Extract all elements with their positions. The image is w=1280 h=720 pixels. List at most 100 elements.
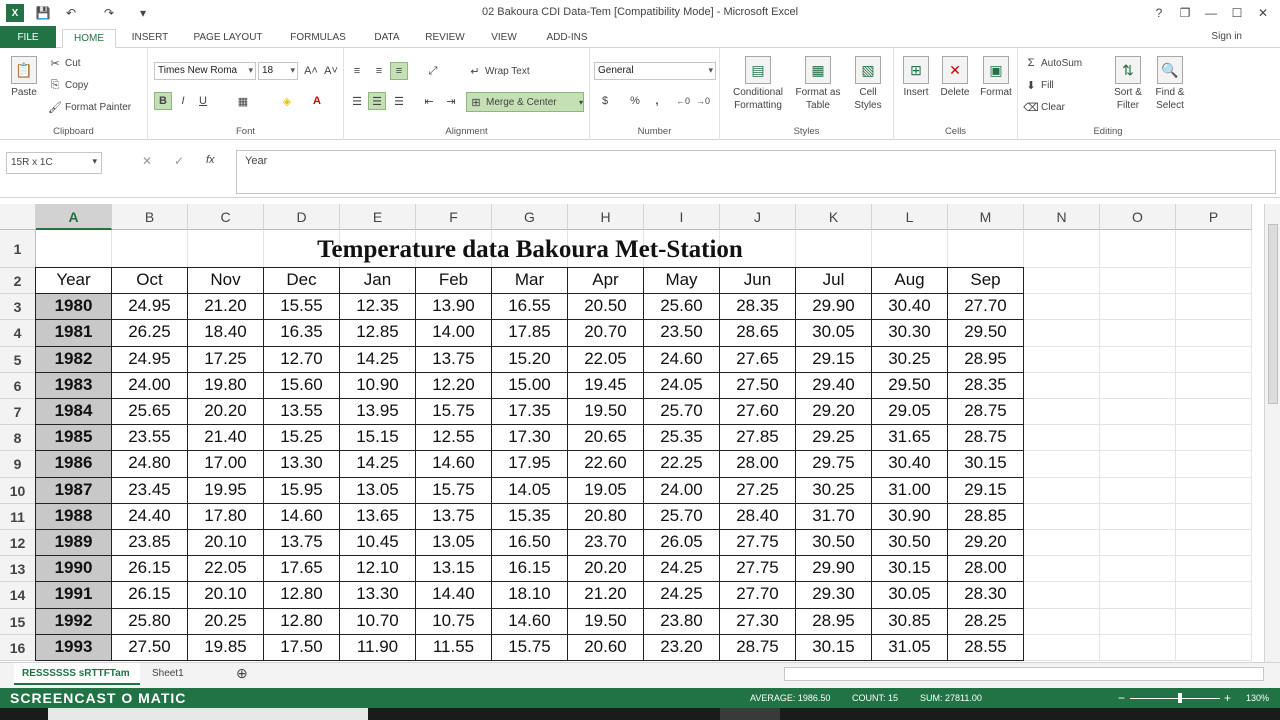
bold-button[interactable]: B: [154, 92, 172, 110]
grid-cell[interactable]: [1024, 425, 1100, 452]
column-header[interactable]: I: [644, 204, 720, 230]
tab-view[interactable]: VIEW: [482, 29, 526, 48]
data-cell[interactable]: 28.25: [947, 607, 1024, 635]
tab-add-ins[interactable]: ADD-INS: [536, 29, 598, 48]
data-cell[interactable]: 31.05: [871, 633, 948, 661]
row-header[interactable]: 5: [0, 346, 36, 373]
data-cell[interactable]: 28.95: [947, 345, 1024, 373]
data-cell[interactable]: 21.20: [187, 293, 264, 321]
tab-file[interactable]: FILE: [0, 26, 56, 48]
row-header[interactable]: 4: [0, 320, 36, 347]
data-cell[interactable]: 28.35: [719, 293, 796, 321]
data-cell[interactable]: 11.90: [339, 633, 416, 661]
align-middle-icon[interactable]: ≡: [370, 62, 388, 80]
grid-cell[interactable]: [1024, 346, 1100, 373]
data-cell[interactable]: 28.75: [947, 424, 1024, 452]
data-cell[interactable]: 29.15: [795, 345, 872, 373]
underline-button[interactable]: U: [194, 92, 212, 110]
maximize-icon[interactable]: ☐: [1226, 3, 1248, 23]
row-header[interactable]: 14: [0, 582, 36, 609]
data-cell[interactable]: 27.70: [719, 581, 796, 609]
data-cell[interactable]: 24.00: [111, 371, 188, 399]
row-header[interactable]: 6: [0, 372, 36, 399]
cancel-icon[interactable]: ✕: [142, 154, 152, 168]
data-cell[interactable]: 27.75: [719, 555, 796, 583]
grid-cell[interactable]: [1176, 372, 1252, 399]
data-cell[interactable]: 30.85: [871, 607, 948, 635]
increase-decimal-icon[interactable]: ←0: [674, 92, 692, 110]
italic-button[interactable]: I: [174, 92, 192, 110]
data-cell[interactable]: 13.30: [339, 581, 416, 609]
zoom-in-icon[interactable]: +: [1224, 691, 1231, 705]
data-cell[interactable]: 21.40: [187, 424, 264, 452]
tab-insert[interactable]: INSERT: [124, 29, 176, 48]
data-cell[interactable]: 12.70: [263, 345, 340, 373]
data-cell[interactable]: 15.00: [491, 371, 568, 399]
data-cell[interactable]: 20.25: [187, 607, 264, 635]
grid-cell[interactable]: [1024, 372, 1100, 399]
data-cell[interactable]: 23.85: [111, 529, 188, 557]
data-cell[interactable]: 27.85: [719, 424, 796, 452]
sheet-tab-sheet1[interactable]: Sheet1: [144, 663, 196, 685]
grid-cell[interactable]: [1024, 634, 1100, 661]
zoom-slider[interactable]: [1130, 698, 1220, 699]
data-cell[interactable]: 24.40: [111, 502, 188, 530]
data-cell[interactable]: 29.05: [871, 398, 948, 426]
data-cell[interactable]: 25.35: [643, 424, 720, 452]
data-cell[interactable]: 27.25: [719, 476, 796, 504]
data-cell[interactable]: 23.20: [643, 633, 720, 661]
grid-cell[interactable]: [1176, 230, 1252, 268]
align-left-icon[interactable]: ☰: [348, 92, 366, 110]
data-cell[interactable]: 15.35: [491, 502, 568, 530]
grid-cell[interactable]: [1024, 230, 1100, 268]
row-header[interactable]: 1: [0, 230, 36, 268]
data-cell[interactable]: 24.25: [643, 581, 720, 609]
data-cell[interactable]: 30.50: [871, 529, 948, 557]
data-cell[interactable]: 15.75: [491, 633, 568, 661]
data-cell[interactable]: 10.45: [339, 529, 416, 557]
grid-cell[interactable]: [1024, 268, 1100, 295]
data-cell[interactable]: 13.90: [415, 293, 492, 321]
ribbon-display-icon[interactable]: ❐: [1174, 3, 1196, 23]
table-header-cell[interactable]: Mar: [491, 267, 568, 295]
data-cell[interactable]: 14.00: [415, 319, 492, 347]
insert-function-icon[interactable]: fx: [206, 154, 215, 166]
column-header[interactable]: O: [1100, 204, 1176, 230]
row-header[interactable]: 16: [0, 634, 36, 661]
data-cell[interactable]: 12.35: [339, 293, 416, 321]
cut-button[interactable]: ✂ Cut: [48, 56, 80, 70]
data-cell[interactable]: 31.70: [795, 502, 872, 530]
decrease-indent-icon[interactable]: ⇤: [420, 92, 438, 110]
data-cell[interactable]: 13.95: [339, 398, 416, 426]
number-format-select[interactable]: General: [594, 62, 716, 80]
data-cell[interactable]: 19.45: [567, 371, 644, 399]
grid-cell[interactable]: [1024, 503, 1100, 530]
grid-cell[interactable]: [1100, 399, 1176, 426]
data-cell[interactable]: 30.15: [871, 555, 948, 583]
data-cell[interactable]: 30.50: [795, 529, 872, 557]
data-cell[interactable]: 31.65: [871, 424, 948, 452]
tab-data[interactable]: DATA: [366, 29, 408, 48]
data-cell[interactable]: 23.70: [567, 529, 644, 557]
year-cell[interactable]: 1983: [35, 371, 112, 399]
data-cell[interactable]: 16.50: [491, 529, 568, 557]
data-cell[interactable]: 10.90: [339, 371, 416, 399]
table-header-cell[interactable]: Feb: [415, 267, 492, 295]
help-icon[interactable]: ?: [1148, 3, 1170, 23]
data-cell[interactable]: 30.05: [795, 319, 872, 347]
grid-cell[interactable]: [1176, 608, 1252, 635]
data-cell[interactable]: 22.60: [567, 450, 644, 478]
data-cell[interactable]: 25.65: [111, 398, 188, 426]
data-cell[interactable]: 14.25: [339, 450, 416, 478]
data-cell[interactable]: 14.60: [263, 502, 340, 530]
data-cell[interactable]: 17.35: [491, 398, 568, 426]
percent-button[interactable]: %: [626, 92, 644, 110]
data-cell[interactable]: 31.00: [871, 476, 948, 504]
row-header[interactable]: 2: [0, 268, 36, 295]
year-cell[interactable]: 1980: [35, 293, 112, 321]
autosum-button[interactable]: Σ AutoSum: [1024, 56, 1083, 70]
row-header[interactable]: 7: [0, 399, 36, 426]
borders-icon[interactable]: ▦: [234, 92, 252, 110]
year-cell[interactable]: 1988: [35, 502, 112, 530]
data-cell[interactable]: 13.05: [415, 529, 492, 557]
